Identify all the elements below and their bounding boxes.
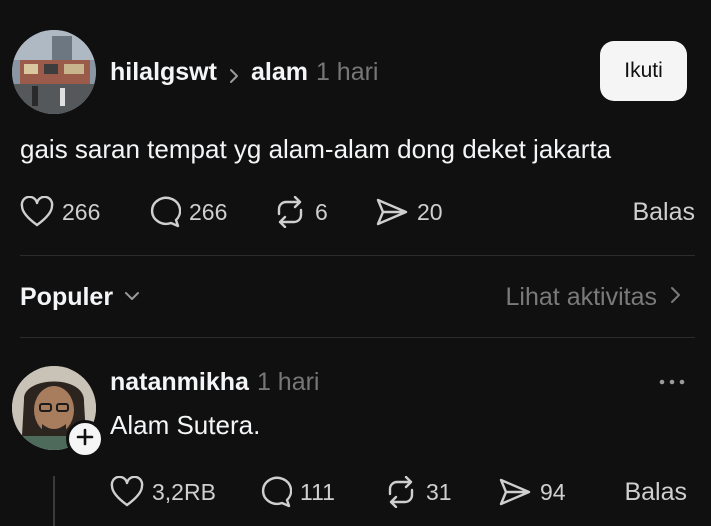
reply-header: natanmikha 1 hari xyxy=(110,366,319,398)
reply-share-count: 94 xyxy=(540,478,566,505)
post-author-username[interactable]: hilalgswt xyxy=(110,58,217,87)
thread-page: hilalgswt alam 1 hari Ikuti gais saran t… xyxy=(0,0,711,526)
post-actions: 266 266 6 20 Balas xyxy=(20,195,695,229)
follow-plus-button[interactable] xyxy=(66,420,104,458)
post-share-count: 20 xyxy=(417,198,443,225)
chevron-down-icon xyxy=(123,283,141,312)
post-repost-button[interactable]: 6 xyxy=(273,195,328,229)
follow-button[interactable]: Ikuti xyxy=(600,41,687,101)
post-repost-count: 6 xyxy=(315,198,328,225)
reply-like-button[interactable]: 3,2RB xyxy=(110,475,216,509)
reply-repost-button[interactable]: 31 xyxy=(384,475,452,509)
reply-like-count: 3,2RB xyxy=(152,478,216,505)
reply-comment-button[interactable]: 111 xyxy=(258,475,335,509)
repost-icon xyxy=(384,476,418,508)
post-reply-button[interactable]: Balas xyxy=(632,195,695,229)
post-author-avatar[interactable] xyxy=(12,30,96,114)
chevron-right-icon xyxy=(225,63,243,83)
reply-author-username[interactable]: natanmikha xyxy=(110,368,249,397)
repost-icon xyxy=(273,196,307,228)
reply-text: Alam Sutera. xyxy=(110,410,261,440)
post-comment-count: 266 xyxy=(189,198,228,225)
divider xyxy=(20,337,695,338)
post-like-button[interactable]: 266 xyxy=(20,195,100,229)
view-activity-link[interactable]: Lihat aktivitas xyxy=(506,280,683,314)
post-text: gais saran tempat yg alam-alam dong deke… xyxy=(20,134,612,164)
view-activity-label: Lihat aktivitas xyxy=(505,282,657,311)
more-options-button[interactable] xyxy=(652,370,692,394)
more-icon xyxy=(657,373,687,391)
heart-icon xyxy=(110,476,144,508)
send-icon xyxy=(498,476,532,508)
plus-icon xyxy=(76,428,94,451)
comment-bubble-icon xyxy=(258,476,292,508)
post-comment-button[interactable]: 266 xyxy=(147,195,227,229)
post-like-count: 266 xyxy=(62,198,101,225)
reply-repost-count: 31 xyxy=(426,478,452,505)
divider xyxy=(20,255,695,256)
chevron-right-icon xyxy=(669,283,683,312)
post-timestamp: 1 hari xyxy=(315,57,379,86)
sort-label: Populer xyxy=(20,282,114,311)
sort-dropdown[interactable]: Populer xyxy=(20,280,141,314)
comment-bubble-icon xyxy=(147,196,181,228)
reply-comment-count: 111 xyxy=(300,478,335,505)
reply-share-button[interactable]: 94 xyxy=(498,475,566,509)
reply-timestamp: 1 hari xyxy=(256,367,320,396)
heart-icon xyxy=(20,196,54,228)
reply-actions: 3,2RB 111 31 94 Balas xyxy=(110,475,687,509)
post-header: hilalgswt alam 1 hari xyxy=(110,56,379,88)
thread-line xyxy=(53,476,55,526)
post-share-button[interactable]: 20 xyxy=(375,195,443,229)
send-icon xyxy=(375,196,409,228)
post-topic-tag[interactable]: alam xyxy=(251,58,308,87)
reply-reply-button[interactable]: Balas xyxy=(624,475,687,509)
